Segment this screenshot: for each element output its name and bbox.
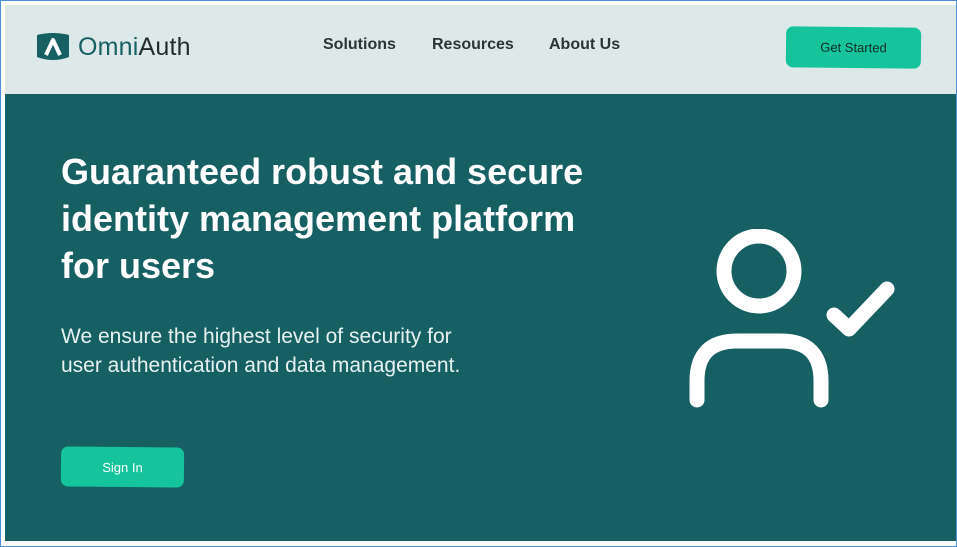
brand-logo[interactable]: OmniAuth xyxy=(35,29,191,65)
hero-section: Guaranteed robust and secure identity ma… xyxy=(5,94,956,541)
nav-link-solutions[interactable]: Solutions xyxy=(323,36,396,54)
shield-a-icon xyxy=(35,31,71,63)
nav-link-resources[interactable]: Resources xyxy=(432,36,514,54)
get-started-button[interactable]: Get Started xyxy=(785,26,922,69)
user-check-icon xyxy=(687,228,899,409)
hero-title: Guaranteed robust and secure identity ma… xyxy=(61,151,584,286)
brand-name-auth: Auth xyxy=(138,32,191,61)
brand-name: OmniAuth xyxy=(78,33,191,62)
below-fold-strip xyxy=(5,541,956,546)
hero-subtitle: We ensure the highest level of security … xyxy=(61,325,461,377)
top-navbar: OmniAuth Solutions Resources About Us Ge… xyxy=(5,5,956,94)
brand-name-omni: Omni xyxy=(78,32,139,61)
page-frame: OmniAuth Solutions Resources About Us Ge… xyxy=(0,0,957,547)
sign-in-button[interactable]: Sign In xyxy=(60,446,185,488)
nav-link-about-us[interactable]: About Us xyxy=(549,36,620,54)
